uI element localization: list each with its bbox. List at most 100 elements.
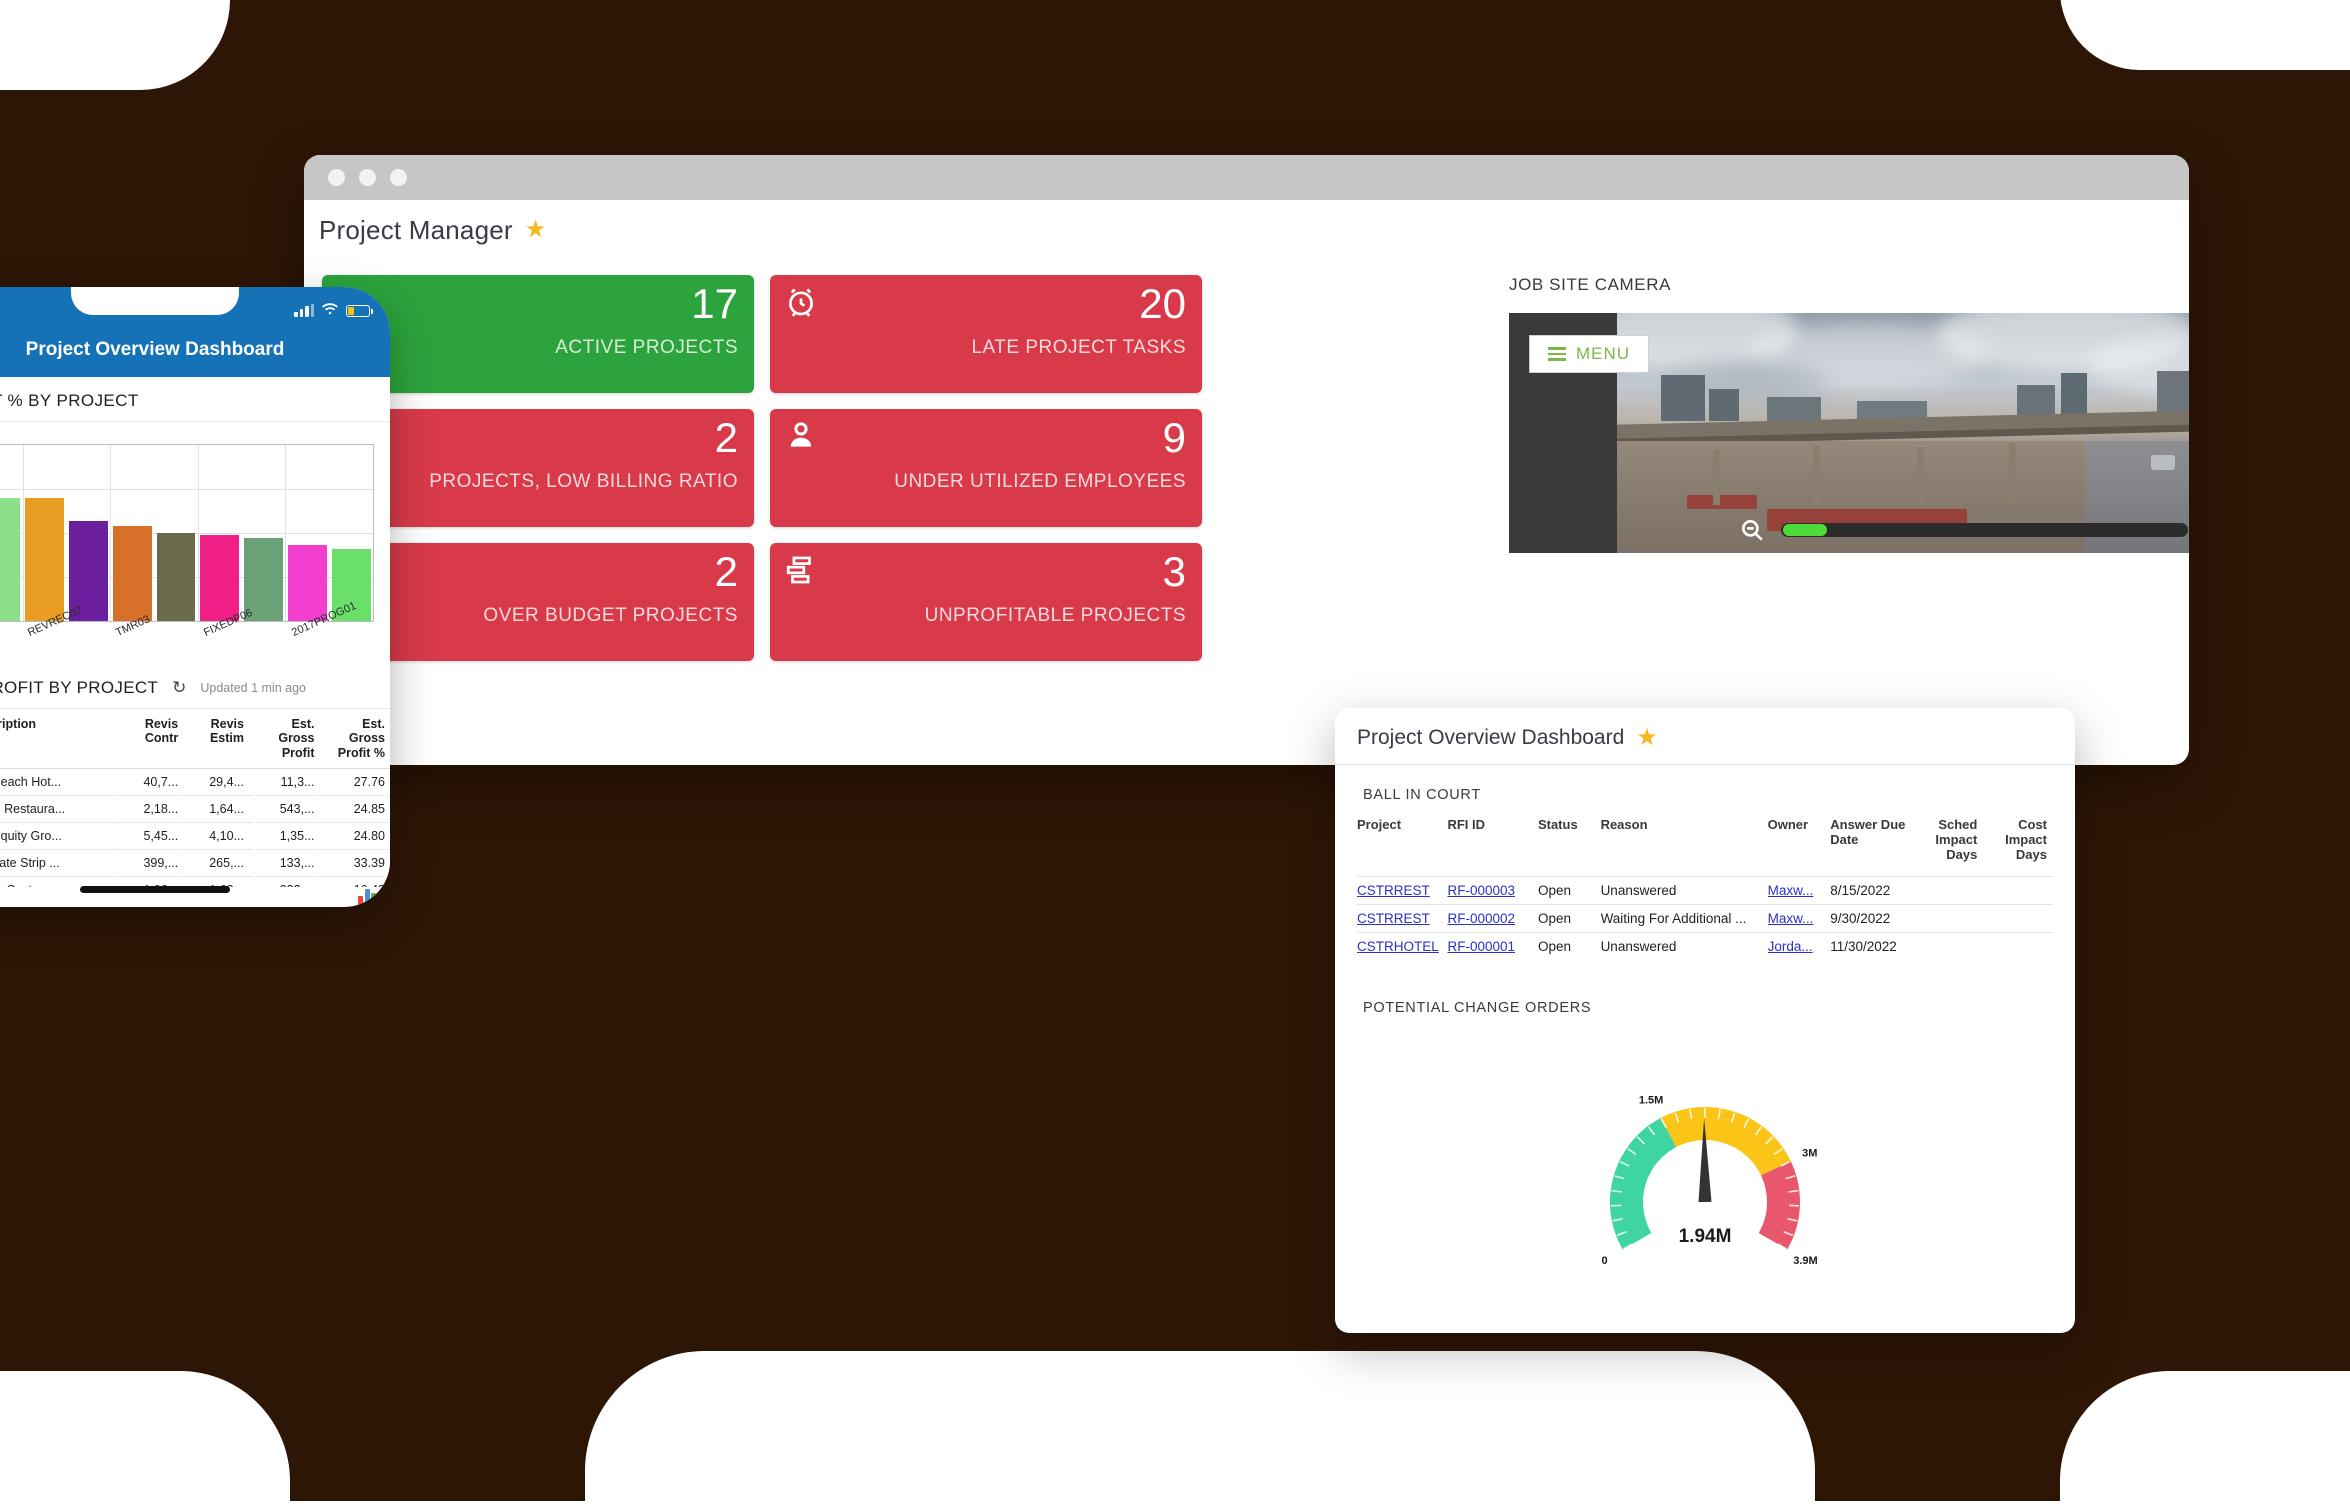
kpi-tile-unprofitable-projects[interactable]: 3 UNPROFITABLE PROJECTS bbox=[770, 543, 1202, 661]
bar[interactable] bbox=[25, 498, 64, 621]
kpi-label: OVER BUDGET PROJECTS bbox=[483, 605, 738, 627]
cell-revised-estimate: 265,... bbox=[183, 850, 249, 877]
rfi-link[interactable]: RF-000001 bbox=[1447, 939, 1515, 954]
camera-zoom-slider[interactable] bbox=[1781, 523, 2188, 537]
bar[interactable] bbox=[157, 533, 196, 621]
kpi-label: ACTIVE PROJECTS bbox=[555, 337, 738, 359]
cell-rfi-id: RF-000003 bbox=[1447, 877, 1537, 905]
chart-legend: d bbox=[0, 422, 390, 444]
table-row[interactable]: C... Eastgate Strip ... 399,... 265,... … bbox=[0, 850, 390, 877]
refresh-icon[interactable]: ↻ bbox=[172, 678, 186, 698]
wifi-icon bbox=[321, 299, 339, 322]
zoom-out-icon[interactable] bbox=[1739, 517, 1765, 543]
cell-revised-contract: 5,45... bbox=[117, 823, 183, 850]
cell-description: The Equity Gro... bbox=[0, 823, 117, 850]
column-header-answer-due-date[interactable]: Answer Due Date bbox=[1830, 817, 1920, 877]
kpi-tile-under-utilized-employees[interactable]: 9 UNDER UTILIZED EMPLOYEES bbox=[770, 409, 1202, 527]
rfi-link[interactable]: RF-000002 bbox=[1447, 911, 1515, 926]
cell-est-gross-profit-pct: 27.76 bbox=[319, 769, 390, 796]
project-link[interactable]: CSTRREST bbox=[1357, 883, 1430, 898]
last-updated-label: Updated 1 min ago bbox=[200, 681, 306, 695]
dashboard-card-title: Project Overview Dashboard bbox=[1357, 726, 1624, 750]
column-header-project[interactable]: Project bbox=[1357, 817, 1447, 877]
cell-owner: Jorda... bbox=[1768, 933, 1831, 961]
column-header-sched-impact-days[interactable]: Sched Impact Days bbox=[1921, 817, 1984, 877]
profit-percent-bar-chart[interactable] bbox=[0, 444, 374, 622]
camera-menu-button[interactable]: MENU bbox=[1529, 335, 1649, 373]
table-row[interactable]: CSTRREST RF-000002 Open Waiting For Addi… bbox=[1357, 905, 2053, 933]
cell-description: Eastgate Strip ... bbox=[0, 850, 117, 877]
camera-zoom-slider-knob[interactable] bbox=[1783, 524, 1827, 536]
table-row[interactable]: . The Equity Gro... 5,45... 4,10... 1,35… bbox=[0, 823, 390, 850]
cell-cost-impact-days bbox=[1983, 933, 2053, 961]
owner-link[interactable]: Jorda... bbox=[1768, 939, 1813, 954]
cell-description: The Beach Hot... bbox=[0, 769, 117, 796]
kpi-tile-grid: 17 ACTIVE PROJECTS 20 LATE PROJECT TASKS… bbox=[312, 275, 1212, 765]
cell-est-gross-profit-pct: 33.39 bbox=[319, 850, 390, 877]
bar[interactable] bbox=[0, 498, 20, 621]
cell-est-gross-profit-pct: 24.85 bbox=[319, 796, 390, 823]
column-header-est-gross-profit[interactable]: Est. Gross Profit bbox=[249, 709, 320, 769]
owner-link[interactable]: Maxw... bbox=[1768, 883, 1814, 898]
cell-revised-estimate: 4,10... bbox=[183, 823, 249, 850]
kpi-value: 17 bbox=[691, 281, 738, 327]
backdrop-corner-top-left bbox=[0, 0, 230, 90]
bar[interactable] bbox=[288, 545, 327, 621]
kpi-label: UNDER UTILIZED EMPLOYEES bbox=[894, 471, 1186, 493]
rfi-link[interactable]: RF-000003 bbox=[1447, 883, 1515, 898]
bar[interactable] bbox=[200, 535, 239, 621]
dashboard-card-header: Project Overview Dashboard ★ bbox=[1335, 708, 2075, 765]
column-header-revised-estimate[interactable]: Revis Estim bbox=[183, 709, 249, 769]
column-header-cost-impact-days[interactable]: Cost Impact Days bbox=[1983, 817, 2053, 877]
cell-owner: Maxw... bbox=[1768, 877, 1831, 905]
cell-revised-estimate: 1,64... bbox=[183, 796, 249, 823]
cell-sched-impact-days bbox=[1921, 905, 1984, 933]
favorite-star-icon[interactable]: ★ bbox=[525, 218, 547, 242]
phone-home-indicator[interactable] bbox=[80, 886, 230, 893]
column-header-status[interactable]: Status bbox=[1538, 817, 1601, 877]
alarm-clock-icon bbox=[784, 285, 818, 319]
bar[interactable] bbox=[113, 526, 152, 621]
app-header: Project Manager ★ bbox=[304, 200, 2189, 260]
cell-est-gross-profit: 133,... bbox=[249, 850, 320, 877]
column-header-est-gross-profit-pct[interactable]: Est. Gross Profit % bbox=[319, 709, 390, 769]
cell-est-gross-profit: 322,... bbox=[249, 877, 320, 887]
gauge-tick-label: 3M bbox=[1802, 1147, 1817, 1159]
kpi-tile-late-project-tasks[interactable]: 20 LATE PROJECT TASKS bbox=[770, 275, 1202, 393]
cell-description: Italian Restaura... bbox=[0, 796, 117, 823]
ball-in-court-table: Project RFI ID Status Reason Owner Answe… bbox=[1357, 817, 2053, 960]
table-row[interactable]: t... Italian Restaura... 2,18... 1,64...… bbox=[0, 796, 390, 823]
column-header-revised-contract[interactable]: Revis Contr bbox=[117, 709, 183, 769]
gauge-band bbox=[1610, 1118, 1676, 1250]
table-row[interactable]: ... The Beach Hot... 40,7... 29,4... 11,… bbox=[0, 769, 390, 796]
project-link[interactable]: CSTRHOTEL bbox=[1357, 939, 1439, 954]
camera-frame: 75° MENU bbox=[1509, 313, 2189, 553]
window-minimize-button[interactable] bbox=[359, 169, 376, 186]
table-header: t Description Revis Contr Revis Estim Es… bbox=[0, 709, 390, 769]
backdrop-corner-top-right bbox=[2060, 0, 2350, 70]
cell-revised-contract: 399,... bbox=[117, 850, 183, 877]
phone-screen-content[interactable]: PROFIT % BY PROJECT d R1REVREC02TMR03FIX… bbox=[0, 377, 390, 887]
cell-est-gross-profit-pct: 16.43 bbox=[319, 877, 390, 887]
favorite-star-icon[interactable]: ★ bbox=[1636, 726, 1658, 750]
owner-link[interactable]: Maxw... bbox=[1768, 911, 1814, 926]
gross-profit-title: OSS PROFIT BY PROJECT bbox=[0, 678, 158, 698]
column-header-owner[interactable]: Owner bbox=[1768, 817, 1831, 877]
kpi-grid-spacer bbox=[322, 677, 1202, 747]
gantt-bars-icon bbox=[784, 553, 818, 587]
table-row[interactable]: CSTRHOTEL RF-000001 Open Unanswered Jord… bbox=[1357, 933, 2053, 961]
cell-project: CSTRHOTEL bbox=[1357, 933, 1447, 961]
window-maximize-button[interactable] bbox=[390, 169, 407, 186]
project-link[interactable]: CSTRREST bbox=[1357, 911, 1430, 926]
camera-video-feed[interactable]: 75° bbox=[1617, 313, 2189, 553]
column-header-reason[interactable]: Reason bbox=[1601, 817, 1768, 877]
table-row[interactable]: CSTRREST RF-000003 Open Unanswered Maxw.… bbox=[1357, 877, 2053, 905]
hamburger-menu-icon bbox=[1548, 344, 1566, 364]
backdrop-corner-bottom-left bbox=[0, 1371, 290, 1511]
window-close-button[interactable] bbox=[328, 169, 345, 186]
column-header-rfi-id[interactable]: RFI ID bbox=[1447, 817, 1537, 877]
column-header-description[interactable]: Description bbox=[0, 709, 117, 769]
cell-revised-estimate: 29,4... bbox=[183, 769, 249, 796]
phone-notch bbox=[71, 287, 239, 315]
profit-percent-chart-title: PROFIT % BY PROJECT bbox=[0, 377, 390, 422]
